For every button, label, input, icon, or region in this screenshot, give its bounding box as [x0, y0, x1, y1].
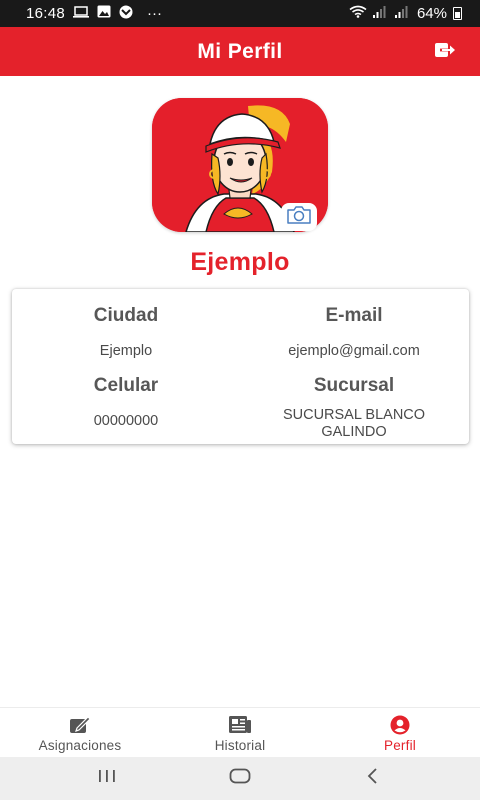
ciudad-value: Ejemplo: [99, 343, 153, 359]
ciudad-field: Ciudad Ejemplo: [12, 305, 240, 360]
celular-value: 00000000: [93, 413, 159, 429]
nav-label-perfil: Perfil: [384, 737, 416, 753]
status-bar: 16:48 ··· 64%: [0, 0, 480, 27]
email-field: E-mail ejemplo@gmail.com: [240, 305, 468, 360]
celular-field: Celular 00000000: [12, 375, 240, 430]
change-photo-button[interactable]: [281, 203, 317, 231]
sucursal-value-line2: GALINDO: [321, 424, 387, 440]
nav-item-asignaciones[interactable]: Asignaciones: [0, 708, 160, 757]
recent-apps-button[interactable]: [87, 764, 127, 794]
home-icon: [229, 768, 251, 789]
system-navigation-bar: [0, 757, 480, 800]
signal-2-icon: [394, 5, 411, 22]
profile-info-card: Ciudad Ejemplo E-mail ejemplo@gmail.com …: [12, 289, 469, 444]
recent-apps-icon: [97, 769, 117, 788]
more-notifications-icon: ···: [147, 5, 163, 22]
laptop-icon: [73, 5, 90, 22]
sucursal-field: Sucursal SUCURSAL BLANCO GALINDO: [240, 375, 468, 441]
profile-avatar-container: [152, 98, 328, 232]
nav-label-historial: Historial: [214, 737, 266, 753]
account-circle-icon: [388, 715, 412, 735]
back-icon: [366, 768, 380, 789]
battery-icon: [453, 7, 462, 20]
battery-percent: 64%: [416, 5, 447, 22]
edit-note-icon: [68, 715, 92, 735]
newspaper-icon: [228, 715, 252, 735]
app-bar: Mi Perfil: [0, 27, 480, 76]
wifi-icon: [349, 5, 367, 22]
nav-item-perfil[interactable]: Perfil: [320, 708, 480, 757]
status-time: 16:48: [26, 5, 66, 22]
nav-item-historial[interactable]: Historial: [160, 708, 320, 757]
sucursal-value-line1: SUCURSAL BLANCO: [282, 407, 426, 423]
app-notification-icon: [119, 5, 133, 23]
bottom-navigation: Asignaciones Historial Perfil: [0, 707, 480, 757]
email-label: E-mail: [325, 305, 383, 326]
page-title: Mi Perfil: [197, 39, 283, 63]
ciudad-label: Ciudad: [93, 305, 159, 326]
sucursal-label: Sucursal: [313, 375, 395, 396]
sucursal-value: SUCURSAL BLANCO GALINDO: [240, 407, 468, 441]
email-value: ejemplo@gmail.com: [288, 343, 420, 359]
user-name: Ejemplo: [190, 248, 290, 276]
celular-label: Celular: [93, 375, 159, 396]
signal-icon: [372, 5, 389, 22]
gallery-icon: [97, 5, 111, 22]
home-button[interactable]: [220, 764, 260, 794]
nav-label-asignaciones: Asignaciones: [38, 737, 122, 753]
back-button[interactable]: [353, 764, 393, 794]
logout-icon[interactable]: [434, 41, 458, 63]
camera-icon: [286, 205, 312, 230]
